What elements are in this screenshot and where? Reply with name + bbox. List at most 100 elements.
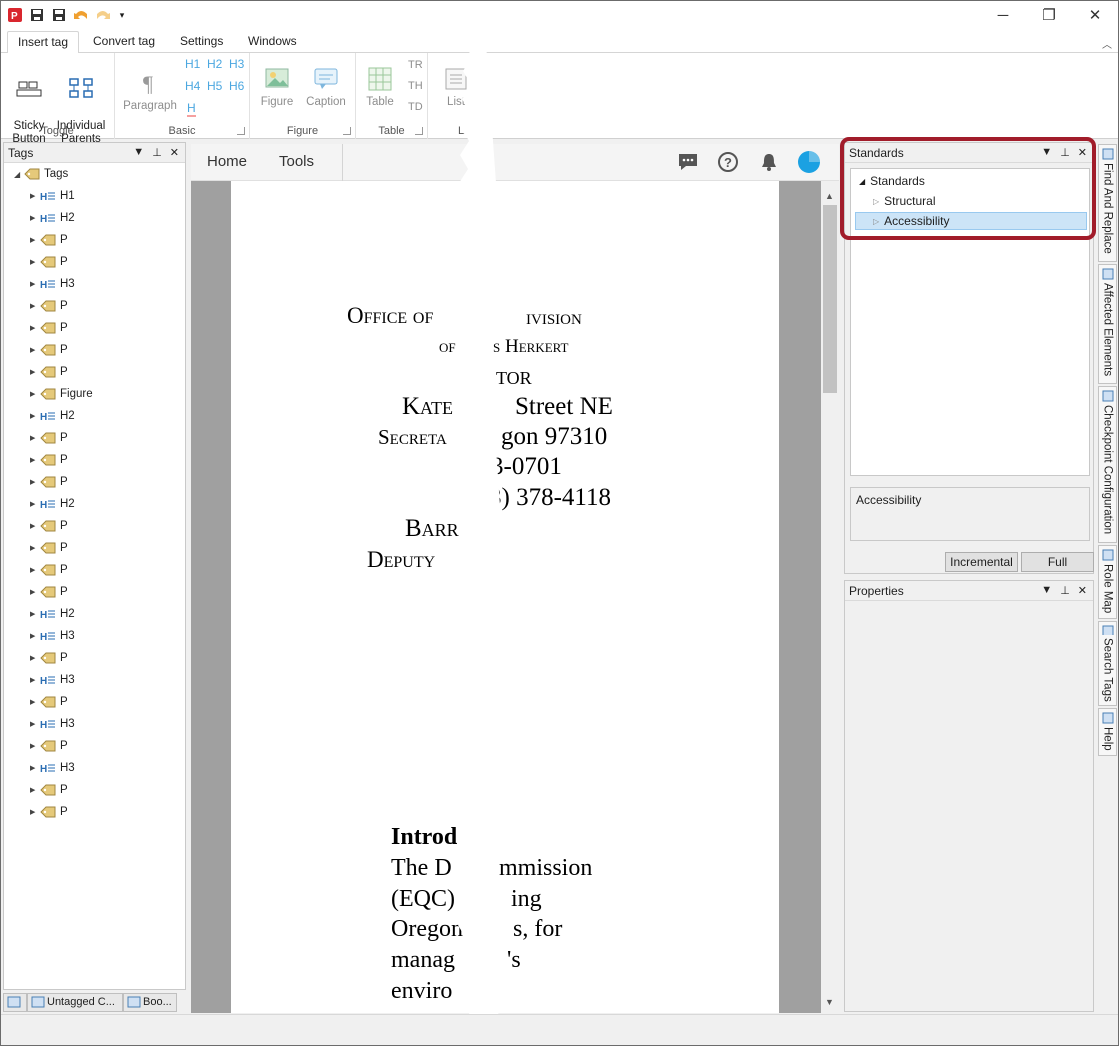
tab-role-map[interactable]: Role Map — [1098, 545, 1117, 619]
expand-arrow-icon[interactable]: ▶ — [30, 192, 40, 200]
tab-search-tags[interactable]: Search Tags — [1098, 621, 1117, 706]
expand-arrow-icon[interactable]: ▶ — [30, 698, 40, 706]
tag-tree-item[interactable]: ▶ P — [30, 339, 68, 361]
collapse-arrow-icon[interactable]: ◢ — [14, 170, 24, 179]
tab-tags-view[interactable] — [3, 992, 27, 1012]
tag-tree-item[interactable]: ▶ H H3 — [30, 273, 75, 295]
minimize-button[interactable]: ─ — [980, 1, 1026, 29]
expand-arrow-icon[interactable]: ▶ — [30, 412, 40, 420]
tab-settings[interactable]: Settings — [170, 31, 233, 54]
restore-button[interactable]: ❐ — [1026, 1, 1072, 29]
expand-arrow-icon[interactable]: ▶ — [30, 808, 40, 816]
tag-tree-item[interactable]: ▶ P — [30, 317, 68, 339]
expand-arrow-icon[interactable]: ▶ — [30, 324, 40, 332]
app-logo-icon[interactable]: P — [7, 7, 23, 23]
tag-tree-item[interactable]: ▶ H H3 — [30, 713, 75, 735]
expand-arrow-icon[interactable]: ▷ — [873, 217, 879, 226]
standards-item-structural[interactable]: ▷ Structural — [873, 192, 1083, 210]
expand-arrow-icon[interactable]: ▶ — [30, 764, 40, 772]
tag-tree-item[interactable]: ▶ H H2 — [30, 405, 75, 427]
expand-arrow-icon[interactable]: ▶ — [30, 236, 40, 244]
pane-menu-icon[interactable]: ▼ — [1041, 584, 1052, 597]
close-pane-icon[interactable]: ✕ — [170, 146, 179, 159]
notifications-bell-icon[interactable] — [759, 152, 779, 172]
tag-tree-item[interactable]: ▶ H H3 — [30, 625, 75, 647]
full-button[interactable]: Full — [1021, 552, 1094, 572]
close-window-button[interactable]: ✕ — [1072, 1, 1118, 29]
tag-tree-item[interactable]: ▶ P — [30, 559, 68, 581]
tag-tree-item[interactable]: ▶ P — [30, 449, 68, 471]
tab-windows[interactable]: Windows — [238, 31, 307, 54]
pin-icon[interactable]: ⊥ — [1060, 146, 1070, 159]
tag-tree-item[interactable]: ▶ P — [30, 735, 68, 757]
dialog-launcher-icon[interactable] — [343, 127, 351, 135]
tab-bookmarks[interactable]: Boo... — [123, 992, 177, 1012]
paragraph-button[interactable]: ¶ Paragraph — [121, 69, 179, 113]
td-button[interactable]: TD — [408, 101, 423, 113]
tag-tree-item[interactable]: ▶ P — [30, 471, 68, 493]
expand-arrow-icon[interactable]: ▶ — [30, 610, 40, 618]
expand-arrow-icon[interactable]: ▶ — [30, 522, 40, 530]
comments-icon[interactable] — [677, 152, 699, 172]
h1-button[interactable]: H1 — [185, 57, 200, 71]
scroll-down-icon[interactable]: ▼ — [825, 997, 834, 1007]
tab-untagged-content[interactable]: Untagged C... — [27, 992, 123, 1012]
tag-tree-item[interactable]: ▶ H H3 — [30, 669, 75, 691]
h3-button[interactable]: H3 — [229, 57, 244, 71]
expand-arrow-icon[interactable]: ▶ — [30, 720, 40, 728]
scrollbar-thumb[interactable] — [823, 205, 837, 393]
redo-icon[interactable] — [95, 7, 111, 23]
tab-help[interactable]: Help — [1098, 708, 1117, 756]
expand-arrow-icon[interactable]: ▶ — [30, 390, 40, 398]
tag-tree-item[interactable]: ▶ H H2 — [30, 493, 75, 515]
h2-button[interactable]: H2 — [207, 57, 222, 71]
tag-tree-item[interactable]: ▶ P — [30, 581, 68, 603]
dialog-launcher-icon[interactable] — [415, 127, 423, 135]
expand-arrow-icon[interactable]: ▶ — [30, 632, 40, 640]
expand-arrow-icon[interactable]: ▶ — [30, 258, 40, 266]
dialog-launcher-icon[interactable] — [237, 127, 245, 135]
tab-checkpoint-configuration[interactable]: Checkpoint Configuration — [1098, 386, 1117, 543]
tab-find-and-replace[interactable]: Find And Replace — [1098, 144, 1117, 262]
tag-tree-root[interactable]: ◢ Tags — [14, 163, 68, 185]
standards-item-accessibility[interactable]: ▷ Accessibility — [855, 212, 1087, 230]
expand-arrow-icon[interactable]: ▷ — [873, 197, 879, 206]
help-icon[interactable]: ? — [717, 151, 739, 173]
tag-tree-item[interactable]: ▶ P — [30, 251, 68, 273]
undo-icon[interactable] — [73, 7, 89, 23]
incremental-button[interactable]: Incremental — [945, 552, 1018, 572]
save-as-icon[interactable] — [51, 7, 67, 23]
tag-tree-item[interactable]: ▶ H H2 — [30, 207, 75, 229]
tag-tree-item[interactable]: ▶ P — [30, 801, 68, 823]
expand-arrow-icon[interactable]: ▶ — [30, 654, 40, 662]
expand-arrow-icon[interactable]: ▶ — [30, 588, 40, 596]
expand-arrow-icon[interactable]: ▶ — [30, 786, 40, 794]
ribbon-collapse-icon[interactable]: ︿ — [1102, 36, 1112, 51]
expand-arrow-icon[interactable]: ▶ — [30, 566, 40, 574]
h6-button[interactable]: H6 — [229, 79, 244, 93]
close-pane-icon[interactable]: ✕ — [1078, 584, 1087, 597]
tag-tree-item[interactable]: ▶ Figure — [30, 383, 93, 405]
tr-button[interactable]: TR — [408, 59, 423, 71]
expand-arrow-icon[interactable]: ▶ — [30, 742, 40, 750]
expand-arrow-icon[interactable]: ▶ — [30, 456, 40, 464]
tab-insert-tag[interactable]: Insert tag — [7, 31, 80, 54]
expand-arrow-icon[interactable]: ▶ — [30, 478, 40, 486]
tools-button[interactable]: Tools — [279, 153, 314, 170]
save-icon[interactable] — [29, 7, 45, 23]
tag-tree-item[interactable]: ▶ H H3 — [30, 757, 75, 779]
tag-tree-item[interactable]: ▶ P — [30, 295, 68, 317]
h5-button[interactable]: H5 — [207, 79, 222, 93]
close-pane-icon[interactable]: ✕ — [1078, 146, 1087, 159]
tag-tree-item[interactable]: ▶ P — [30, 537, 68, 559]
expand-arrow-icon[interactable]: ▶ — [30, 500, 40, 508]
tab-convert-tag[interactable]: Convert tag — [83, 31, 165, 54]
document-scrollbar[interactable]: ▲ ▼ — [821, 181, 839, 1013]
tag-tree-item[interactable]: ▶ P — [30, 647, 68, 669]
caption-button[interactable]: Caption — [302, 65, 350, 109]
customize-toolbar-icon[interactable]: ▾ — [117, 7, 127, 23]
expand-arrow-icon[interactable]: ▶ — [30, 676, 40, 684]
pin-icon[interactable]: ⊥ — [1060, 584, 1070, 597]
pane-menu-icon[interactable]: ▼ — [133, 146, 144, 159]
pane-menu-icon[interactable]: ▼ — [1041, 146, 1052, 159]
